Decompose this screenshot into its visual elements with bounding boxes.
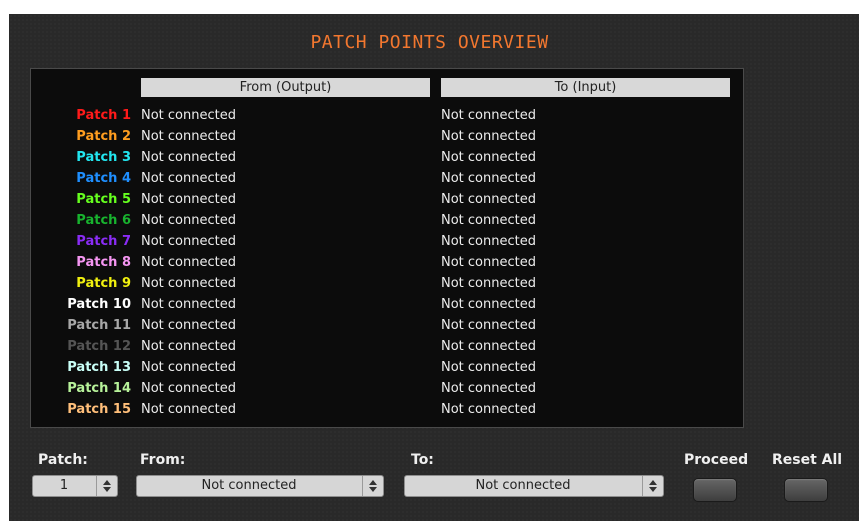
patch-to: Not connected [441,402,536,417]
patch-to: Not connected [441,234,536,249]
table-row: Patch 8 Not connected Not connected [0,253,730,273]
patch-label: Patch: [38,452,88,468]
patch-from: Not connected [141,108,236,123]
table-row: Patch 2 Not connected Not connected [0,127,730,147]
patch-name: Patch 6 [76,213,131,228]
to-select[interactable]: Not connected [404,475,664,497]
patch-name: Patch 10 [67,297,131,312]
table-row: Patch 11 Not connected Not connected [0,316,730,336]
patch-to: Not connected [441,150,536,165]
reset-all-button[interactable] [784,478,828,502]
table-row: Patch 14 Not connected Not connected [0,379,730,399]
table-row: Patch 10 Not connected Not connected [0,295,730,315]
column-header-from: From (Output) [141,78,430,97]
patch-from: Not connected [141,339,236,354]
patch-from: Not connected [141,171,236,186]
patch-name: Patch 3 [76,150,131,165]
table-row: Patch 12 Not connected Not connected [0,337,730,357]
table-row: Patch 4 Not connected Not connected [0,169,730,189]
patch-from: Not connected [141,318,236,333]
patch-name: Patch 13 [67,360,131,375]
patch-to: Not connected [441,297,536,312]
patch-to: Not connected [441,171,536,186]
proceed-label: Proceed [684,452,749,468]
patch-from: Not connected [141,255,236,270]
patch-stepper[interactable]: 1 [32,475,118,497]
from-select[interactable]: Not connected [136,475,384,497]
patch-to: Not connected [441,318,536,333]
patch-to: Not connected [441,213,536,228]
patch-name: Patch 2 [76,129,131,144]
proceed-button[interactable] [693,478,737,502]
table-row: Patch 9 Not connected Not connected [0,274,730,294]
patch-from: Not connected [141,192,236,207]
patch-name: Patch 4 [76,171,131,186]
patch-name: Patch 1 [76,108,131,123]
patch-to: Not connected [441,192,536,207]
patch-name: Patch 7 [76,234,131,249]
patch-name: Patch 5 [76,192,131,207]
patch-to: Not connected [441,108,536,123]
column-header-to: To (Input) [441,78,730,97]
patch-stepper-value: 1 [59,478,69,493]
patch-from: Not connected [141,381,236,396]
patch-to: Not connected [441,255,536,270]
patch-to: Not connected [441,381,536,396]
patch-name: Patch 12 [67,339,131,354]
table-row: Patch 7 Not connected Not connected [0,232,730,252]
patch-from: Not connected [141,297,236,312]
patch-to: Not connected [441,129,536,144]
table-row: Patch 15 Not connected Not connected [0,400,730,420]
patch-name: Patch 14 [67,381,131,396]
to-label: To: [411,452,434,468]
table-row: Patch 1 Not connected Not connected [0,106,730,126]
patch-name: Patch 15 [67,402,131,417]
from-select-value: Not connected [201,478,297,493]
table-row: Patch 6 Not connected Not connected [0,211,730,231]
page-title: PATCH POINTS OVERVIEW [310,32,549,53]
patch-to: Not connected [441,276,536,291]
patch-from: Not connected [141,360,236,375]
reset-all-label: Reset All [772,452,843,468]
patch-from: Not connected [141,234,236,249]
patch-from: Not connected [141,129,236,144]
patch-from: Not connected [141,402,236,417]
table-row: Patch 3 Not connected Not connected [0,148,730,168]
patch-from: Not connected [141,213,236,228]
patch-name: Patch 9 [76,276,131,291]
table-row: Patch 13 Not connected Not connected [0,358,730,378]
patch-from: Not connected [141,276,236,291]
to-select-value: Not connected [475,478,571,493]
patch-name: Patch 11 [67,318,131,333]
stepper-arrows-icon[interactable] [96,476,117,496]
patch-name: Patch 8 [76,255,131,270]
select-arrows-icon[interactable] [642,476,663,496]
from-label: From: [140,452,186,468]
select-arrows-icon[interactable] [362,476,383,496]
patch-from: Not connected [141,150,236,165]
table-row: Patch 5 Not connected Not connected [0,190,730,210]
patch-to: Not connected [441,360,536,375]
patch-to: Not connected [441,339,536,354]
